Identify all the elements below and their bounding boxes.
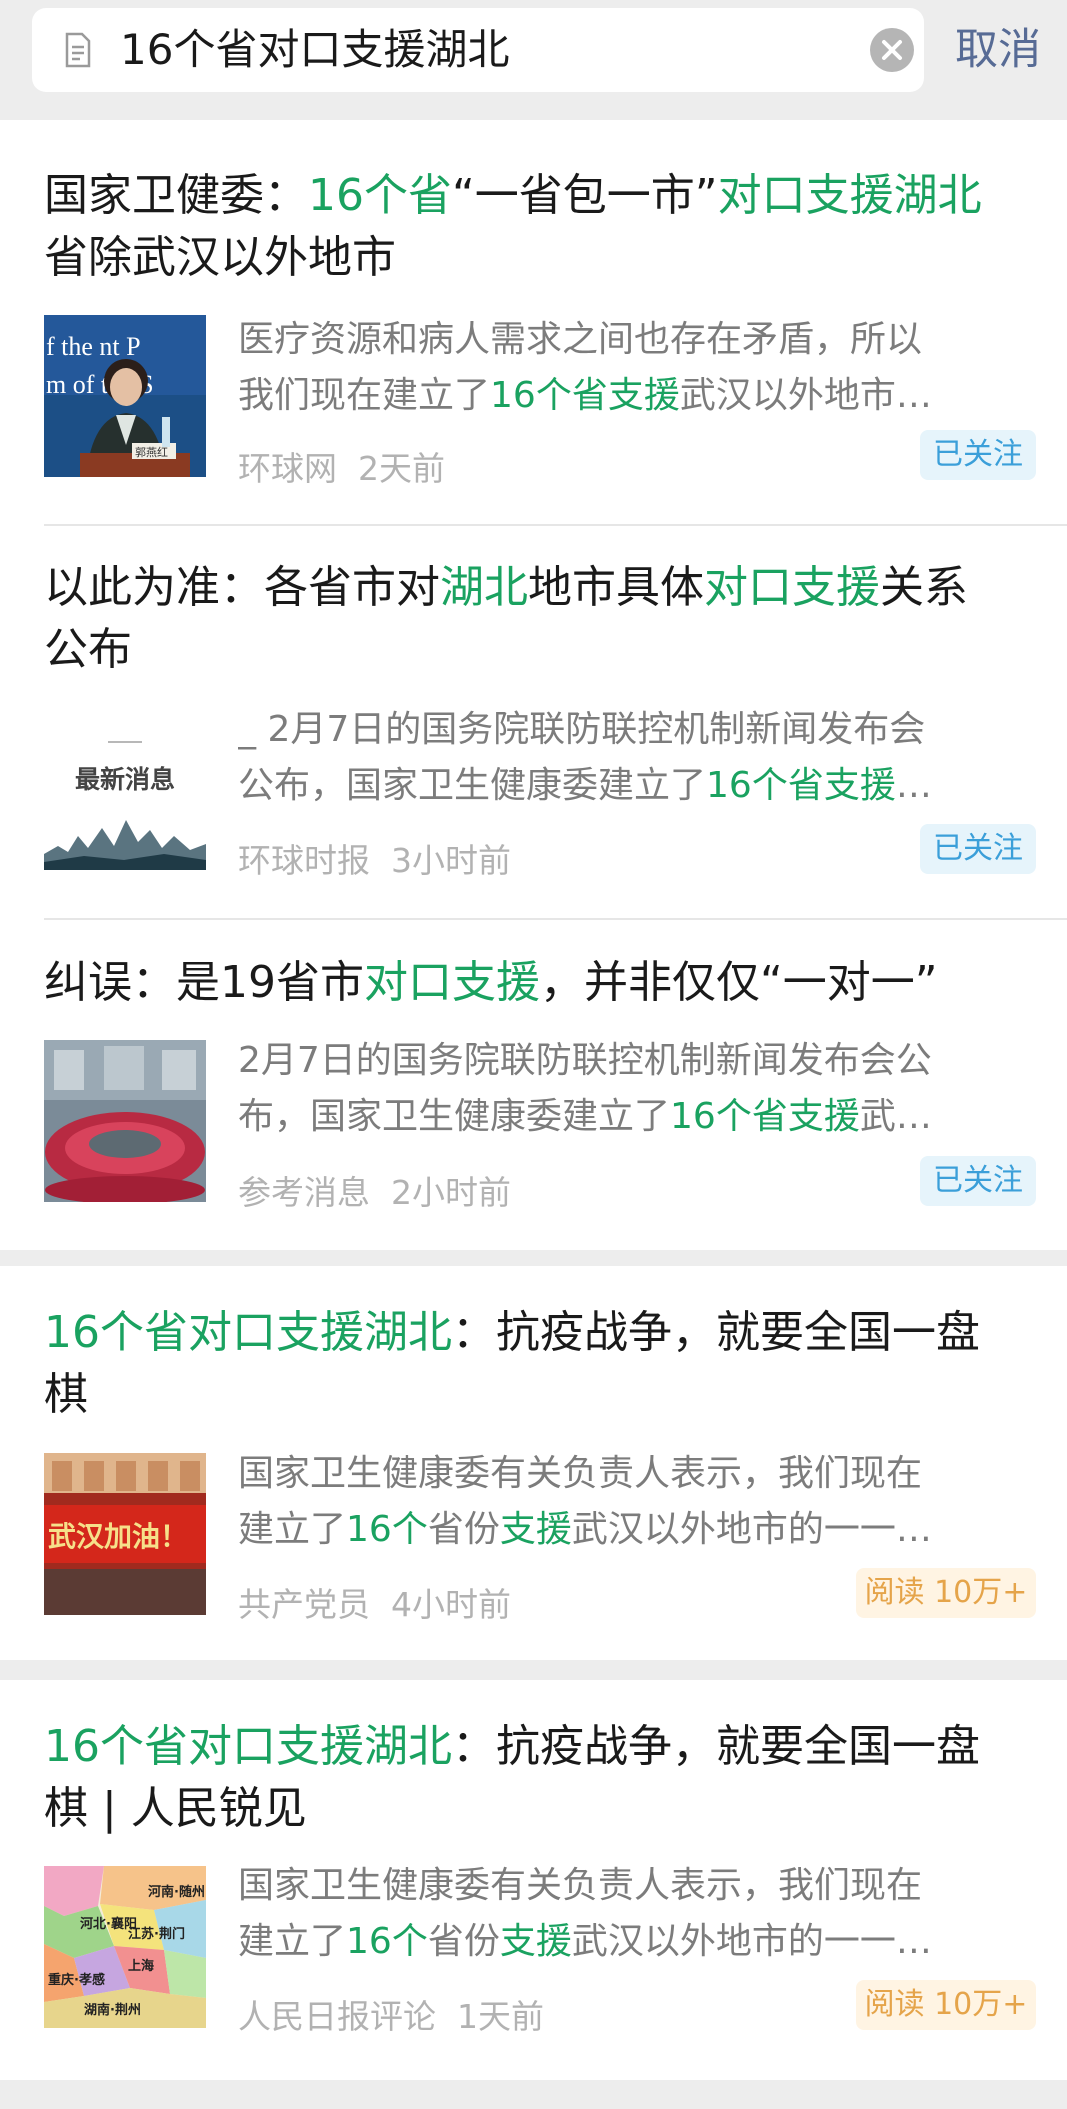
svg-text:湖南·荆州: 湖南·荆州 bbox=[84, 2002, 141, 2018]
result-thumbnail: 河北·襄阳 河南·随州 江苏·荆门 上海 重庆·孝感 湖南·荆州 bbox=[44, 1866, 206, 2028]
result-summary: 2月7日的国务院联防联控机制新闻发布会公 布，国家卫生健康委建立了16个省支援武… bbox=[238, 1040, 932, 1137]
svg-text:河南·随州: 河南·随州 bbox=[148, 1884, 205, 1900]
result-source-meta: 环球时报 3小时前 bbox=[238, 834, 511, 882]
cancel-button[interactable]: 取消 bbox=[955, 20, 1041, 80]
result-source-meta: 参考消息 2小时前 bbox=[238, 1166, 511, 1214]
result-thumbnail: 最新消息 bbox=[44, 708, 206, 870]
svg-text:上海: 上海 bbox=[128, 1958, 154, 1974]
document-icon bbox=[58, 30, 98, 70]
source-name[interactable]: 共产党员 bbox=[238, 1585, 370, 1624]
result-source-meta: 环球网 2天前 bbox=[238, 442, 445, 490]
result-title[interactable]: 以此为准：各省市对湖北地市具体对口支援关系 公布 bbox=[44, 557, 1034, 681]
svg-text:武汉加油！: 武汉加油！ bbox=[48, 1520, 188, 1553]
followed-badge: 已关注 bbox=[920, 824, 1036, 874]
svg-text:最新消息: 最新消息 bbox=[75, 765, 175, 794]
result-summary: 医疗资源和病人需求之间也存在矛盾，所以 我们现在建立了16个省支援武汉以外地市… bbox=[238, 319, 932, 416]
source-name[interactable]: 环球时报 bbox=[238, 841, 370, 880]
read-count-badge: 阅读 10万+ bbox=[856, 1568, 1036, 1618]
result-title[interactable]: 纠误：是19省市对口支援，并非仅仅“一对一” bbox=[44, 952, 1034, 1014]
followed-badge: 已关注 bbox=[920, 1156, 1036, 1206]
publish-time: 1天前 bbox=[456, 1997, 544, 2036]
result-summary: 国家卫生健康委有关负责人表示，我们现在 建立了16个省份支援武汉以外地市的一一… bbox=[238, 1865, 932, 1962]
publish-time: 2小时前 bbox=[390, 1173, 511, 1212]
svg-text:江苏·荆门: 江苏·荆门 bbox=[128, 1926, 185, 1942]
publish-time: 3小时前 bbox=[390, 841, 511, 880]
publish-time: 2天前 bbox=[357, 449, 445, 488]
result-title[interactable]: 国家卫健委：16个省“一省包一市”对口支援湖北 省除武汉以外地市 bbox=[44, 165, 1034, 289]
followed-badge: 已关注 bbox=[920, 430, 1036, 480]
svg-text:重庆·孝感: 重庆·孝感 bbox=[48, 1972, 105, 1988]
result-source-meta: 人民日报评论 1天前 bbox=[238, 1990, 544, 2038]
result-group-card: 国家卫健委：16个省“一省包一市”对口支援湖北 省除武汉以外地市 f the nt… bbox=[0, 120, 1067, 1250]
result-card[interactable]: 16个省对口支援湖北：抗疫战争，就要全国一盘棋 武汉加油！ 国家卫生健康委有关负… bbox=[0, 1266, 1067, 1660]
result-thumbnail: 武汉加油！ bbox=[44, 1453, 206, 1615]
search-input[interactable]: 16个省对口支援湖北 bbox=[120, 8, 509, 92]
svg-text:郭燕红: 郭燕红 bbox=[135, 446, 168, 459]
clear-icon[interactable] bbox=[870, 28, 914, 72]
result-summary: 国家卫生健康委有关负责人表示，我们现在 建立了16个省份支援武汉以外地市的一一… bbox=[238, 1453, 932, 1550]
result-thumbnail bbox=[44, 1040, 206, 1202]
result-summary: _ 2月7日的国务院联防联控机制新闻发布会 公布，国家卫生健康委建立了16个省支… bbox=[238, 709, 932, 806]
source-name[interactable]: 环球网 bbox=[238, 449, 337, 488]
source-name[interactable]: 参考消息 bbox=[238, 1173, 370, 1212]
source-name[interactable]: 人民日报评论 bbox=[238, 1997, 436, 2036]
svg-text:f the nt P: f the nt P bbox=[46, 332, 141, 361]
result-card[interactable]: 16个省对口支援湖北：抗疫战争，就要全国一盘棋 | 人民锐见 河北·襄阳 河南·… bbox=[0, 1680, 1067, 2080]
result-title[interactable]: 16个省对口支援湖北：抗疫战争，就要全国一盘棋 bbox=[44, 1302, 1034, 1426]
divider bbox=[44, 524, 1067, 526]
search-bar: 16个省对口支援湖北 取消 bbox=[0, 0, 1067, 108]
result-thumbnail: f the nt P m of the S 郭燕红 bbox=[44, 315, 206, 477]
search-box[interactable]: 16个省对口支援湖北 bbox=[32, 8, 924, 92]
result-title[interactable]: 16个省对口支援湖北：抗疫战争，就要全国一盘棋 | 人民锐见 bbox=[44, 1716, 1034, 1840]
read-count-badge: 阅读 10万+ bbox=[856, 1980, 1036, 2030]
publish-time: 4小时前 bbox=[390, 1585, 511, 1624]
divider bbox=[44, 918, 1067, 920]
result-source-meta: 共产党员 4小时前 bbox=[238, 1578, 511, 1626]
